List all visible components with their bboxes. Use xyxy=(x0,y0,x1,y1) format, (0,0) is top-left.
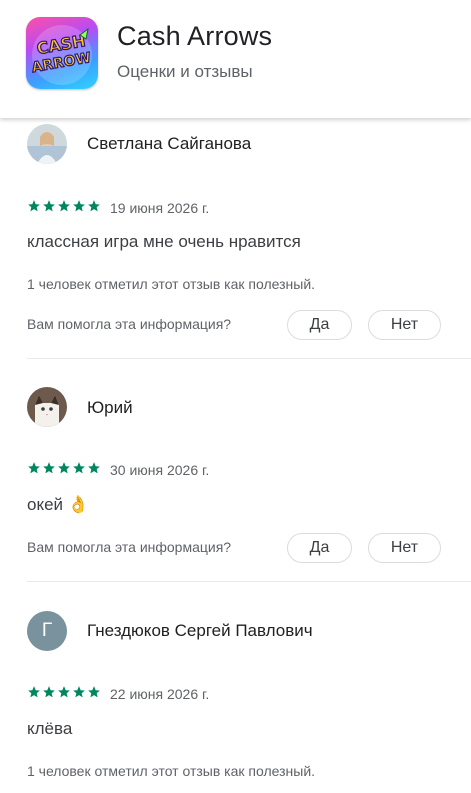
helpful-question: Вам помогла эта информация? xyxy=(27,316,232,332)
review-date: 30 июня 2026 г. xyxy=(110,462,210,478)
helpful-question: Вам помогла эта информация? xyxy=(27,539,232,555)
star-icon xyxy=(58,462,70,474)
page-subtitle: Оценки и отзывы xyxy=(117,62,253,81)
star-icon xyxy=(73,686,85,698)
star-icon xyxy=(73,462,85,474)
star-icon xyxy=(88,686,100,698)
star-icon xyxy=(28,462,40,474)
review-author: Гнездюков Сергей Павлович xyxy=(87,621,313,640)
app-header: CASH ARROW Cash Arrows Оценки и отзывы xyxy=(0,0,471,118)
review-date: 19 июня 2026 г. xyxy=(110,200,210,216)
helpful-no-button[interactable]: Нет xyxy=(368,310,441,340)
photo-avatar-icon xyxy=(27,124,67,164)
star-icon xyxy=(28,200,40,212)
app-title: Cash Arrows xyxy=(117,21,273,51)
helpful-no-button[interactable]: Нет xyxy=(368,533,441,563)
star-rating xyxy=(27,199,101,213)
star-icon xyxy=(43,200,55,212)
user-avatar: Г xyxy=(27,611,67,651)
review-author: Юрий xyxy=(87,398,133,417)
app-icon[interactable]: CASH ARROW xyxy=(26,17,98,89)
divider xyxy=(27,581,471,582)
cat-avatar-icon xyxy=(27,387,67,427)
star-icon xyxy=(43,686,55,698)
helpful-yes-button[interactable]: Да xyxy=(287,310,352,340)
star-icon xyxy=(28,686,40,698)
helpful-count: 1 человек отметил этот отзыв как полезны… xyxy=(27,276,316,292)
star-icon xyxy=(58,200,70,212)
review-text: классная игра мне очень нравится xyxy=(27,232,301,251)
review-text: клёва xyxy=(27,719,73,738)
user-avatar xyxy=(27,387,67,427)
star-icon xyxy=(88,462,100,474)
star-icon xyxy=(73,200,85,212)
star-icon xyxy=(88,200,100,212)
review-date: 22 июня 2026 г. xyxy=(110,686,210,702)
review-text: окей 👌 xyxy=(27,495,89,514)
star-icon xyxy=(43,462,55,474)
reviews-page: CASH ARROW Cash Arrows Оценки и отзывы С… xyxy=(0,0,471,793)
helpful-count: 1 человек отметил этот отзыв как полезны… xyxy=(27,763,316,779)
star-rating xyxy=(27,461,101,475)
helpful-yes-button[interactable]: Да xyxy=(287,533,352,563)
user-avatar xyxy=(27,124,67,164)
star-rating xyxy=(27,685,101,699)
review-author: Светлана Сайганова xyxy=(87,134,252,153)
divider xyxy=(27,358,471,359)
star-icon xyxy=(58,686,70,698)
